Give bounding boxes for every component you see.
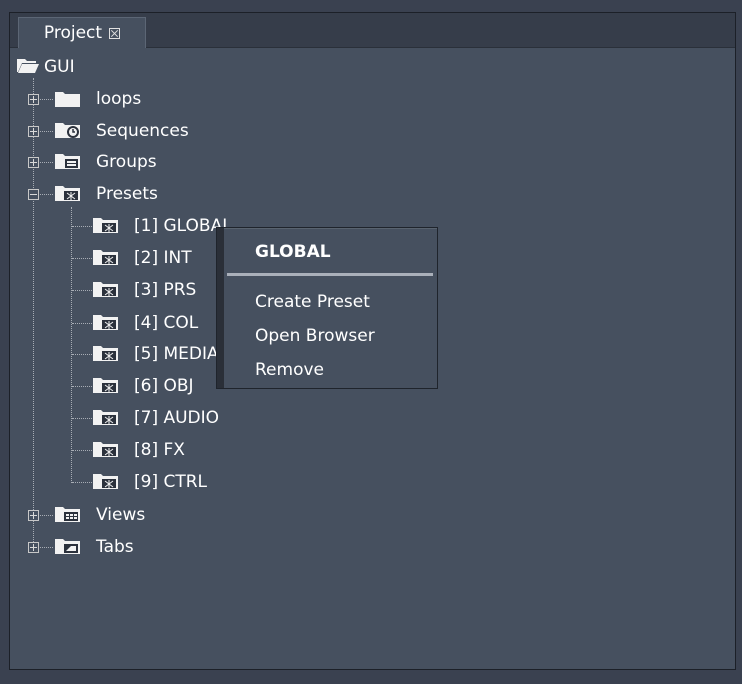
project-tab-label: Project bbox=[43, 23, 103, 43]
tree-node-label: Presets bbox=[96, 184, 158, 204]
folder-icon bbox=[55, 92, 80, 107]
tree-node-label: GUI bbox=[44, 57, 75, 77]
preset-icon bbox=[93, 315, 118, 330]
collapse-icon[interactable] bbox=[28, 189, 39, 200]
expand-icon[interactable] bbox=[28, 94, 39, 105]
tree-guide-line bbox=[72, 482, 92, 483]
preset-label: [7] AUDIO bbox=[134, 408, 220, 428]
tree-guide-line bbox=[72, 450, 92, 451]
preset-label: [9] CTRL bbox=[134, 472, 208, 492]
tree-guide-line bbox=[72, 354, 92, 355]
context-menu: GLOBAL Create Preset Open Browser Remove bbox=[216, 227, 438, 389]
preset-label: [3] PRS bbox=[134, 280, 197, 300]
tree-guide-line bbox=[72, 258, 92, 259]
preset-icon bbox=[93, 378, 118, 393]
menu-side-strip bbox=[217, 228, 224, 388]
tree-guide-line bbox=[40, 547, 53, 548]
expand-icon[interactable] bbox=[28, 126, 39, 137]
tree-guide-line bbox=[40, 515, 53, 516]
preset-label: [4] COL bbox=[134, 313, 199, 333]
tree-guide-line bbox=[40, 194, 53, 195]
tree-node-label: loops bbox=[96, 89, 142, 109]
tree-guide-line bbox=[40, 162, 53, 163]
close-icon[interactable] bbox=[109, 27, 121, 39]
sequence-folder-icon bbox=[55, 123, 80, 138]
menu-item-create-preset[interactable]: Create Preset bbox=[255, 292, 370, 312]
preset-folder-icon bbox=[55, 186, 80, 201]
preset-label: [5] MEDIA bbox=[134, 344, 219, 364]
tree-guide-line bbox=[72, 386, 92, 387]
folder-open-icon bbox=[17, 59, 39, 73]
tree-node-label: Sequences bbox=[96, 121, 189, 141]
menu-item-remove[interactable]: Remove bbox=[255, 360, 324, 380]
preset-label: [6] OBJ bbox=[134, 376, 194, 396]
view-folder-icon bbox=[55, 507, 80, 522]
tree-guide-line bbox=[33, 78, 34, 548]
tree-guide-line bbox=[72, 290, 92, 291]
preset-icon bbox=[93, 218, 118, 233]
preset-icon bbox=[93, 282, 118, 297]
tree-guide-line bbox=[72, 226, 92, 227]
tree-node-label: Groups bbox=[96, 152, 157, 172]
preset-label: [2] INT bbox=[134, 248, 192, 268]
tab-folder-icon bbox=[55, 539, 80, 554]
context-menu-title: GLOBAL bbox=[255, 242, 331, 262]
group-folder-icon bbox=[55, 154, 80, 169]
preset-icon bbox=[93, 250, 118, 265]
tree-guide-line bbox=[40, 99, 53, 100]
preset-icon bbox=[93, 442, 118, 457]
tree-guide-line bbox=[72, 418, 92, 419]
tree-node-label: Tabs bbox=[96, 537, 134, 557]
expand-icon[interactable] bbox=[28, 510, 39, 521]
tree-guide-line bbox=[71, 207, 72, 483]
tree-guide-line bbox=[72, 323, 92, 324]
project-tab[interactable]: Project bbox=[18, 17, 146, 48]
panel-tab-bar: Project bbox=[10, 13, 735, 48]
expand-icon[interactable] bbox=[28, 157, 39, 168]
preset-icon bbox=[93, 410, 118, 425]
preset-icon bbox=[93, 474, 118, 489]
tree-guide-line bbox=[40, 131, 53, 132]
preset-label: [8] FX bbox=[134, 440, 185, 460]
expand-icon[interactable] bbox=[28, 542, 39, 553]
preset-icon bbox=[93, 346, 118, 361]
tree-node-label: Views bbox=[96, 505, 146, 525]
menu-item-open-browser[interactable]: Open Browser bbox=[255, 326, 375, 346]
menu-separator bbox=[227, 273, 433, 276]
